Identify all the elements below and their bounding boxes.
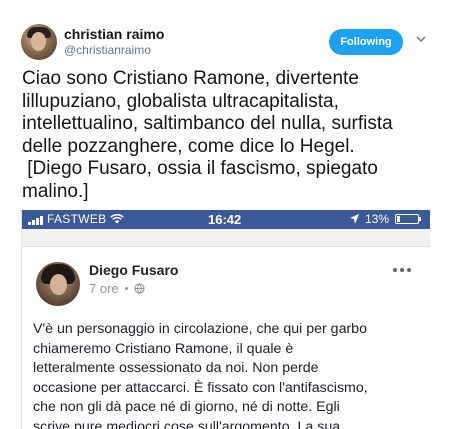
post-text-line: scrive pure mediocri cose sull'argomento… xyxy=(33,418,341,429)
post-text-line: V'è un personaggio in circolazione, che … xyxy=(33,321,367,337)
facebook-post-card: Diego Fusaro 7 ore V'è un personaggio in… xyxy=(22,246,430,429)
carrier-name: FASTWEB xyxy=(47,212,107,226)
tweet-text-line: intellettualino, saltimbanco del nulla, … xyxy=(22,113,393,134)
tweet-header: christian raimo @christianraimo Followin… xyxy=(0,0,450,62)
author-display-name[interactable]: christian raimo xyxy=(64,26,164,42)
post-text-line: chiameremo Cristiano Ramone, il quale è xyxy=(33,340,294,357)
author-avatar[interactable] xyxy=(21,24,57,60)
tweet-text: Ciao sono Cristiano Ramone, divertente l… xyxy=(22,68,442,203)
post-time[interactable]: 7 ore xyxy=(89,281,119,296)
tweet-text-line: delle pozzanghere, come dice lo Hegel. xyxy=(22,135,355,157)
post-text: V'è un personaggio in circolazione, che … xyxy=(33,320,425,429)
battery-percent: 13% xyxy=(364,212,389,226)
chevron-down-icon[interactable] xyxy=(416,35,426,43)
post-text-line: occasione per attaccarci. È fissato con … xyxy=(33,379,368,396)
phone-status-bar: FASTWEB 16:42 13% xyxy=(22,210,430,229)
post-author-avatar[interactable] xyxy=(36,262,80,306)
signal-icon xyxy=(28,214,43,225)
wifi-icon xyxy=(110,214,125,224)
embedded-screenshot[interactable]: FASTWEB 16:42 13% Diego Fusaro 7 ore V'è… xyxy=(21,210,430,429)
battery-level xyxy=(397,216,400,222)
tweet-text-line: [Diego Fusaro, ossia il fascismo, spiega… xyxy=(22,158,378,179)
post-author-name[interactable]: Diego Fusaro xyxy=(89,262,178,278)
post-meta: 7 ore xyxy=(89,281,145,296)
post-text-line: letteralmente ossessionato da noi. Non p… xyxy=(33,360,319,377)
more-options-icon[interactable] xyxy=(393,268,411,272)
battery-icon xyxy=(395,214,421,224)
tweet-text-line: malino.] xyxy=(22,180,89,202)
tweet-text-line: lillupuziano, globalista ultracapitalist… xyxy=(22,90,339,112)
separator-dot xyxy=(124,287,128,290)
globe-icon xyxy=(134,283,145,294)
post-text-line: che non gli dà pace né di giorno, né di … xyxy=(33,399,340,416)
following-button[interactable]: Following xyxy=(329,29,403,55)
tweet-text-line: Ciao sono Cristiano Ramone, divertente xyxy=(22,68,359,89)
status-time: 16:42 xyxy=(208,212,242,227)
location-icon xyxy=(349,214,359,224)
author-handle[interactable]: @christianraimo xyxy=(64,43,151,57)
